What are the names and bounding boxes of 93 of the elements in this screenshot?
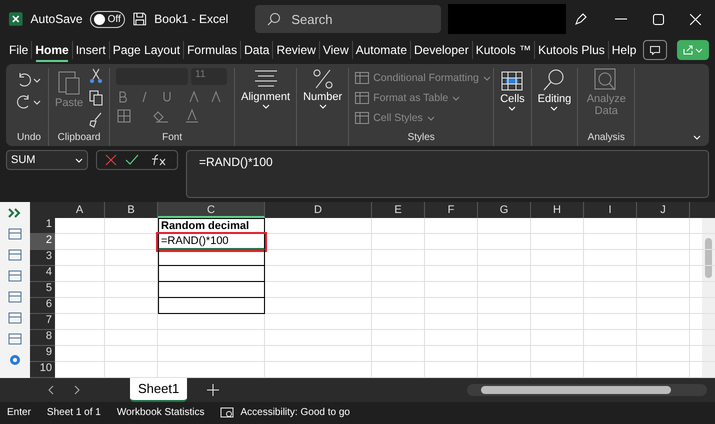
ribbon-tab[interactable]: Kutools ™: [472, 41, 536, 59]
workbook-statistics-status[interactable]: Workbook Statistics: [116, 406, 204, 418]
alignment-button[interactable]: Alignment: [241, 68, 290, 109]
ribbon-tab[interactable]: Automate: [352, 41, 411, 59]
ribbon-tab[interactable]: Help: [608, 41, 640, 59]
row-header[interactable]: 1: [30, 218, 55, 234]
row-header[interactable]: 2: [30, 234, 55, 250]
share-button[interactable]: [677, 40, 709, 60]
row-header[interactable]: 3: [30, 250, 55, 266]
column-header[interactable]: J: [637, 202, 690, 218]
caret-icon: [482, 76, 491, 80]
autosave-toggle[interactable]: Off: [90, 10, 125, 28]
name-box[interactable]: SUM: [6, 150, 88, 170]
settings-icon[interactable]: [7, 353, 23, 367]
group-label: Font: [161, 132, 184, 145]
excel-logo-icon: [8, 11, 24, 27]
ribbon-tab[interactable]: View: [320, 41, 353, 59]
row-header[interactable]: 7: [30, 314, 55, 330]
caret-icon: [75, 158, 83, 163]
redo-icon[interactable]: [16, 94, 42, 110]
caret-icon: [452, 96, 460, 100]
ribbon-tab[interactable]: Developer: [411, 41, 473, 59]
table-grid-icon: [355, 72, 370, 84]
comment-icon: [650, 46, 660, 54]
group-label: Styles: [406, 132, 436, 145]
column-header[interactable]: E: [372, 202, 425, 218]
next-sheet-icon[interactable]: [74, 385, 80, 395]
minimize-icon[interactable]: [615, 18, 627, 20]
autosave-label: AutoSave: [30, 12, 83, 26]
row-header[interactable]: 6: [30, 298, 55, 314]
ribbon-tab[interactable]: Kutools Plus: [535, 41, 609, 59]
row-header[interactable]: 10: [30, 362, 55, 378]
ribbon-tab[interactable]: Insert: [72, 41, 110, 59]
caret-icon: [318, 104, 327, 109]
vertical-scrollbar[interactable]: [702, 218, 715, 378]
cell-input-field[interactable]: =RAND()*100: [158, 234, 265, 250]
brush-icon[interactable]: [89, 112, 104, 128]
formula-field[interactable]: =RAND()*100: [186, 150, 709, 198]
caret-icon: [426, 116, 435, 120]
ribbon-tab[interactable]: Review: [273, 41, 320, 59]
search-icon: [267, 12, 282, 26]
expand-icon[interactable]: [7, 206, 23, 220]
group-label: Analysis: [586, 132, 626, 145]
copy-icon[interactable]: [89, 90, 104, 106]
column-header[interactable]: A: [55, 202, 105, 218]
mode-status: Enter: [7, 406, 31, 418]
add-sheet-icon[interactable]: [207, 384, 220, 396]
comments-button[interactable]: [643, 40, 667, 60]
column-header[interactable]: D: [265, 202, 372, 218]
caret-icon: [508, 106, 516, 111]
caret-icon: [262, 104, 270, 109]
sheet-count-status: Sheet 1 of 1: [46, 406, 101, 418]
cells-button[interactable]: Cells: [500, 68, 525, 111]
magnifier-icon: [542, 68, 566, 92]
camera-icon[interactable]: [220, 406, 234, 418]
accessibility-status[interactable]: Accessibility: Good to go: [240, 406, 350, 418]
pen-icon[interactable]: [573, 11, 589, 27]
search-field[interactable]: Search: [255, 5, 441, 33]
row-header[interactable]: 9: [30, 346, 55, 362]
share-icon: [683, 45, 703, 55]
ribbon-tab[interactable]: Data: [241, 41, 274, 59]
cut-icon[interactable]: [89, 68, 104, 84]
editing-button[interactable]: Editing: [538, 68, 572, 111]
ribbon-tab[interactable]: File: [6, 41, 32, 59]
sheet-tab[interactable]: Sheet1: [130, 378, 188, 402]
caret-icon: [550, 106, 558, 111]
horizontal-scrollbar[interactable]: [467, 384, 707, 396]
save-icon[interactable]: [132, 11, 148, 27]
group-label: Undo: [16, 132, 42, 145]
ribbon-tab[interactable]: Formulas: [184, 41, 242, 59]
column-header[interactable]: H: [531, 202, 584, 218]
close-icon[interactable]: [690, 14, 701, 24]
ribbon-tab[interactable]: Page Layout: [110, 41, 184, 59]
number-button[interactable]: Number: [303, 68, 342, 109]
column-header[interactable]: C: [158, 202, 265, 218]
document-title: Book1 - Excel: [154, 12, 228, 26]
table-icon[interactable]: [7, 290, 23, 304]
table-grid-icon: [355, 92, 370, 104]
row-header[interactable]: 8: [30, 330, 55, 346]
percent-icon: [312, 68, 334, 90]
column-header[interactable]: G: [478, 202, 531, 218]
row-header[interactable]: 4: [30, 266, 55, 282]
table-cell: Random decimal: [158, 218, 265, 234]
maximize-icon[interactable]: [653, 14, 664, 24]
column-header[interactable]: I: [584, 202, 637, 218]
ribbon-tab[interactable]: Home: [32, 41, 73, 59]
table-grid-icon: [355, 112, 370, 124]
row-header[interactable]: 5: [30, 282, 55, 298]
collapse-ribbon-icon[interactable]: [693, 135, 701, 140]
formula-buttons-drawing[interactable]: [96, 150, 178, 170]
previous-sheet-icon[interactable]: [48, 385, 54, 395]
group-label: Clipboard: [56, 132, 102, 145]
column-header[interactable]: F: [425, 202, 478, 218]
